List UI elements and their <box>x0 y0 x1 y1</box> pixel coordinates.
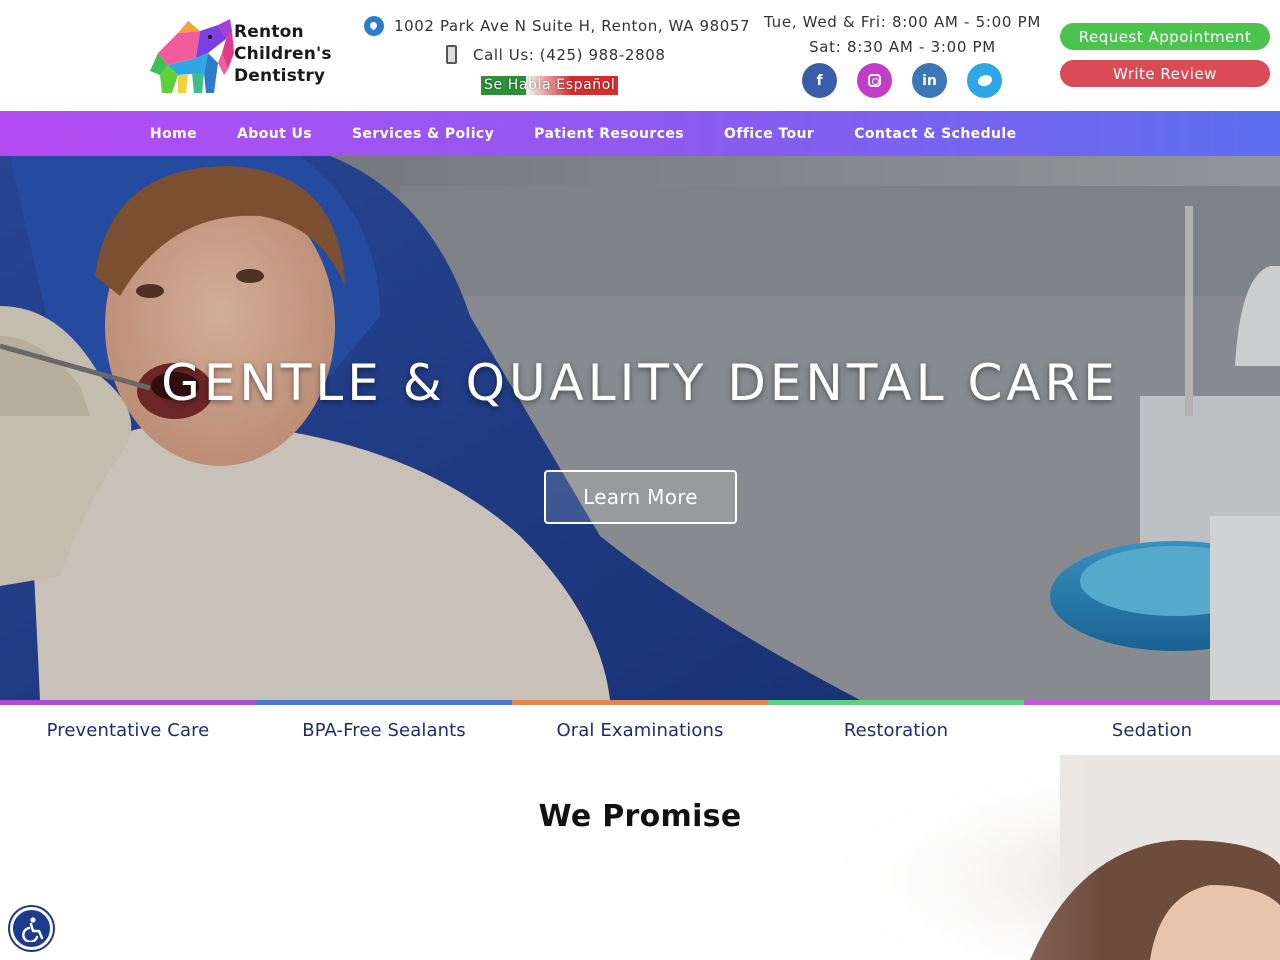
brand-name-line2: Children's <box>234 44 332 64</box>
instagram-button[interactable] <box>857 63 892 98</box>
hours-saturday: Sat: 8:30 AM - 3:00 PM <box>809 38 996 56</box>
facebook-button[interactable]: f <box>802 63 837 98</box>
instagram-icon <box>868 74 881 87</box>
promise-background-image <box>0 755 1280 960</box>
accessibility-button[interactable] <box>10 907 53 950</box>
brand-name-line3: Dentistry <box>234 66 326 86</box>
hero-banner: GENTLE & QUALITY DENTAL CARE Learn More <box>0 156 1280 700</box>
nav-item-about-us[interactable]: About Us <box>237 126 312 142</box>
nav-item-patient-resources[interactable]: Patient Resources <box>534 126 684 142</box>
phone-icon <box>446 45 457 64</box>
spanish-badge-text: Se Habla Español <box>484 77 616 93</box>
service-restoration[interactable]: Restoration <box>768 700 1024 755</box>
nav-list: Home About Us Services & Policy Patient … <box>150 111 1056 156</box>
nav-item-contact-schedule[interactable]: Contact & Schedule <box>854 126 1016 142</box>
office-hours: Tue, Wed & Fri: 8:00 AM - 5:00 PM Sat: 8… <box>760 10 1045 60</box>
brand-logo[interactable]: Renton Children's Dentistry <box>148 12 358 96</box>
linkedin-button[interactable]: in <box>912 63 947 98</box>
learn-more-button[interactable]: Learn More <box>544 470 737 524</box>
promise-section: We Promise <box>0 755 1280 960</box>
hero-title: GENTLE & QUALITY DENTAL CARE <box>161 354 1119 412</box>
phone-text: Call Us: (425) 988-2808 <box>473 45 666 64</box>
main-nav: Home About Us Services & Policy Patient … <box>0 111 1280 156</box>
linkedin-icon: in <box>922 72 937 89</box>
spanish-badge: Se Habla Español <box>481 76 619 95</box>
services-strip: Preventative Care BPA-Free Sealants Oral… <box>0 700 1280 755</box>
social-links: f in <box>802 63 1007 98</box>
nav-item-services-policy[interactable]: Services & Policy <box>352 126 494 142</box>
hero-image <box>0 156 1280 700</box>
address-link[interactable]: 1002 Park Ave N Suite H, Renton, WA 9805… <box>364 16 750 36</box>
phone-link[interactable]: Call Us: (425) 988-2808 <box>446 45 666 64</box>
brand-name: Renton Children's Dentistry <box>234 21 332 87</box>
map-pin-icon <box>364 16 384 36</box>
facebook-icon: f <box>816 72 823 89</box>
twitter-icon <box>977 75 992 86</box>
service-bpa-free-sealants[interactable]: BPA-Free Sealants <box>256 700 512 755</box>
address-text: 1002 Park Ave N Suite H, Renton, WA 9805… <box>394 17 751 35</box>
contact-info: 1002 Park Ave N Suite H, Renton, WA 9805… <box>360 12 750 102</box>
service-oral-examinations[interactable]: Oral Examinations <box>512 700 768 755</box>
brand-name-line1: Renton <box>234 22 304 42</box>
service-sedation[interactable]: Sedation <box>1024 700 1280 755</box>
nav-item-office-tour[interactable]: Office Tour <box>724 126 814 142</box>
site-header: Renton Children's Dentistry 1002 Park Av… <box>0 0 1280 111</box>
request-appointment-button[interactable]: Request Appointment <box>1060 23 1270 50</box>
write-review-button[interactable]: Write Review <box>1060 60 1270 87</box>
accessibility-icon <box>21 916 43 942</box>
twitter-button[interactable] <box>967 63 1002 98</box>
hours-weekday: Tue, Wed & Fri: 8:00 AM - 5:00 PM <box>764 13 1041 31</box>
nav-item-home[interactable]: Home <box>150 126 197 142</box>
promise-title: We Promise <box>538 799 742 834</box>
elephant-logo-icon <box>150 19 234 93</box>
service-preventative-care[interactable]: Preventative Care <box>0 700 256 755</box>
